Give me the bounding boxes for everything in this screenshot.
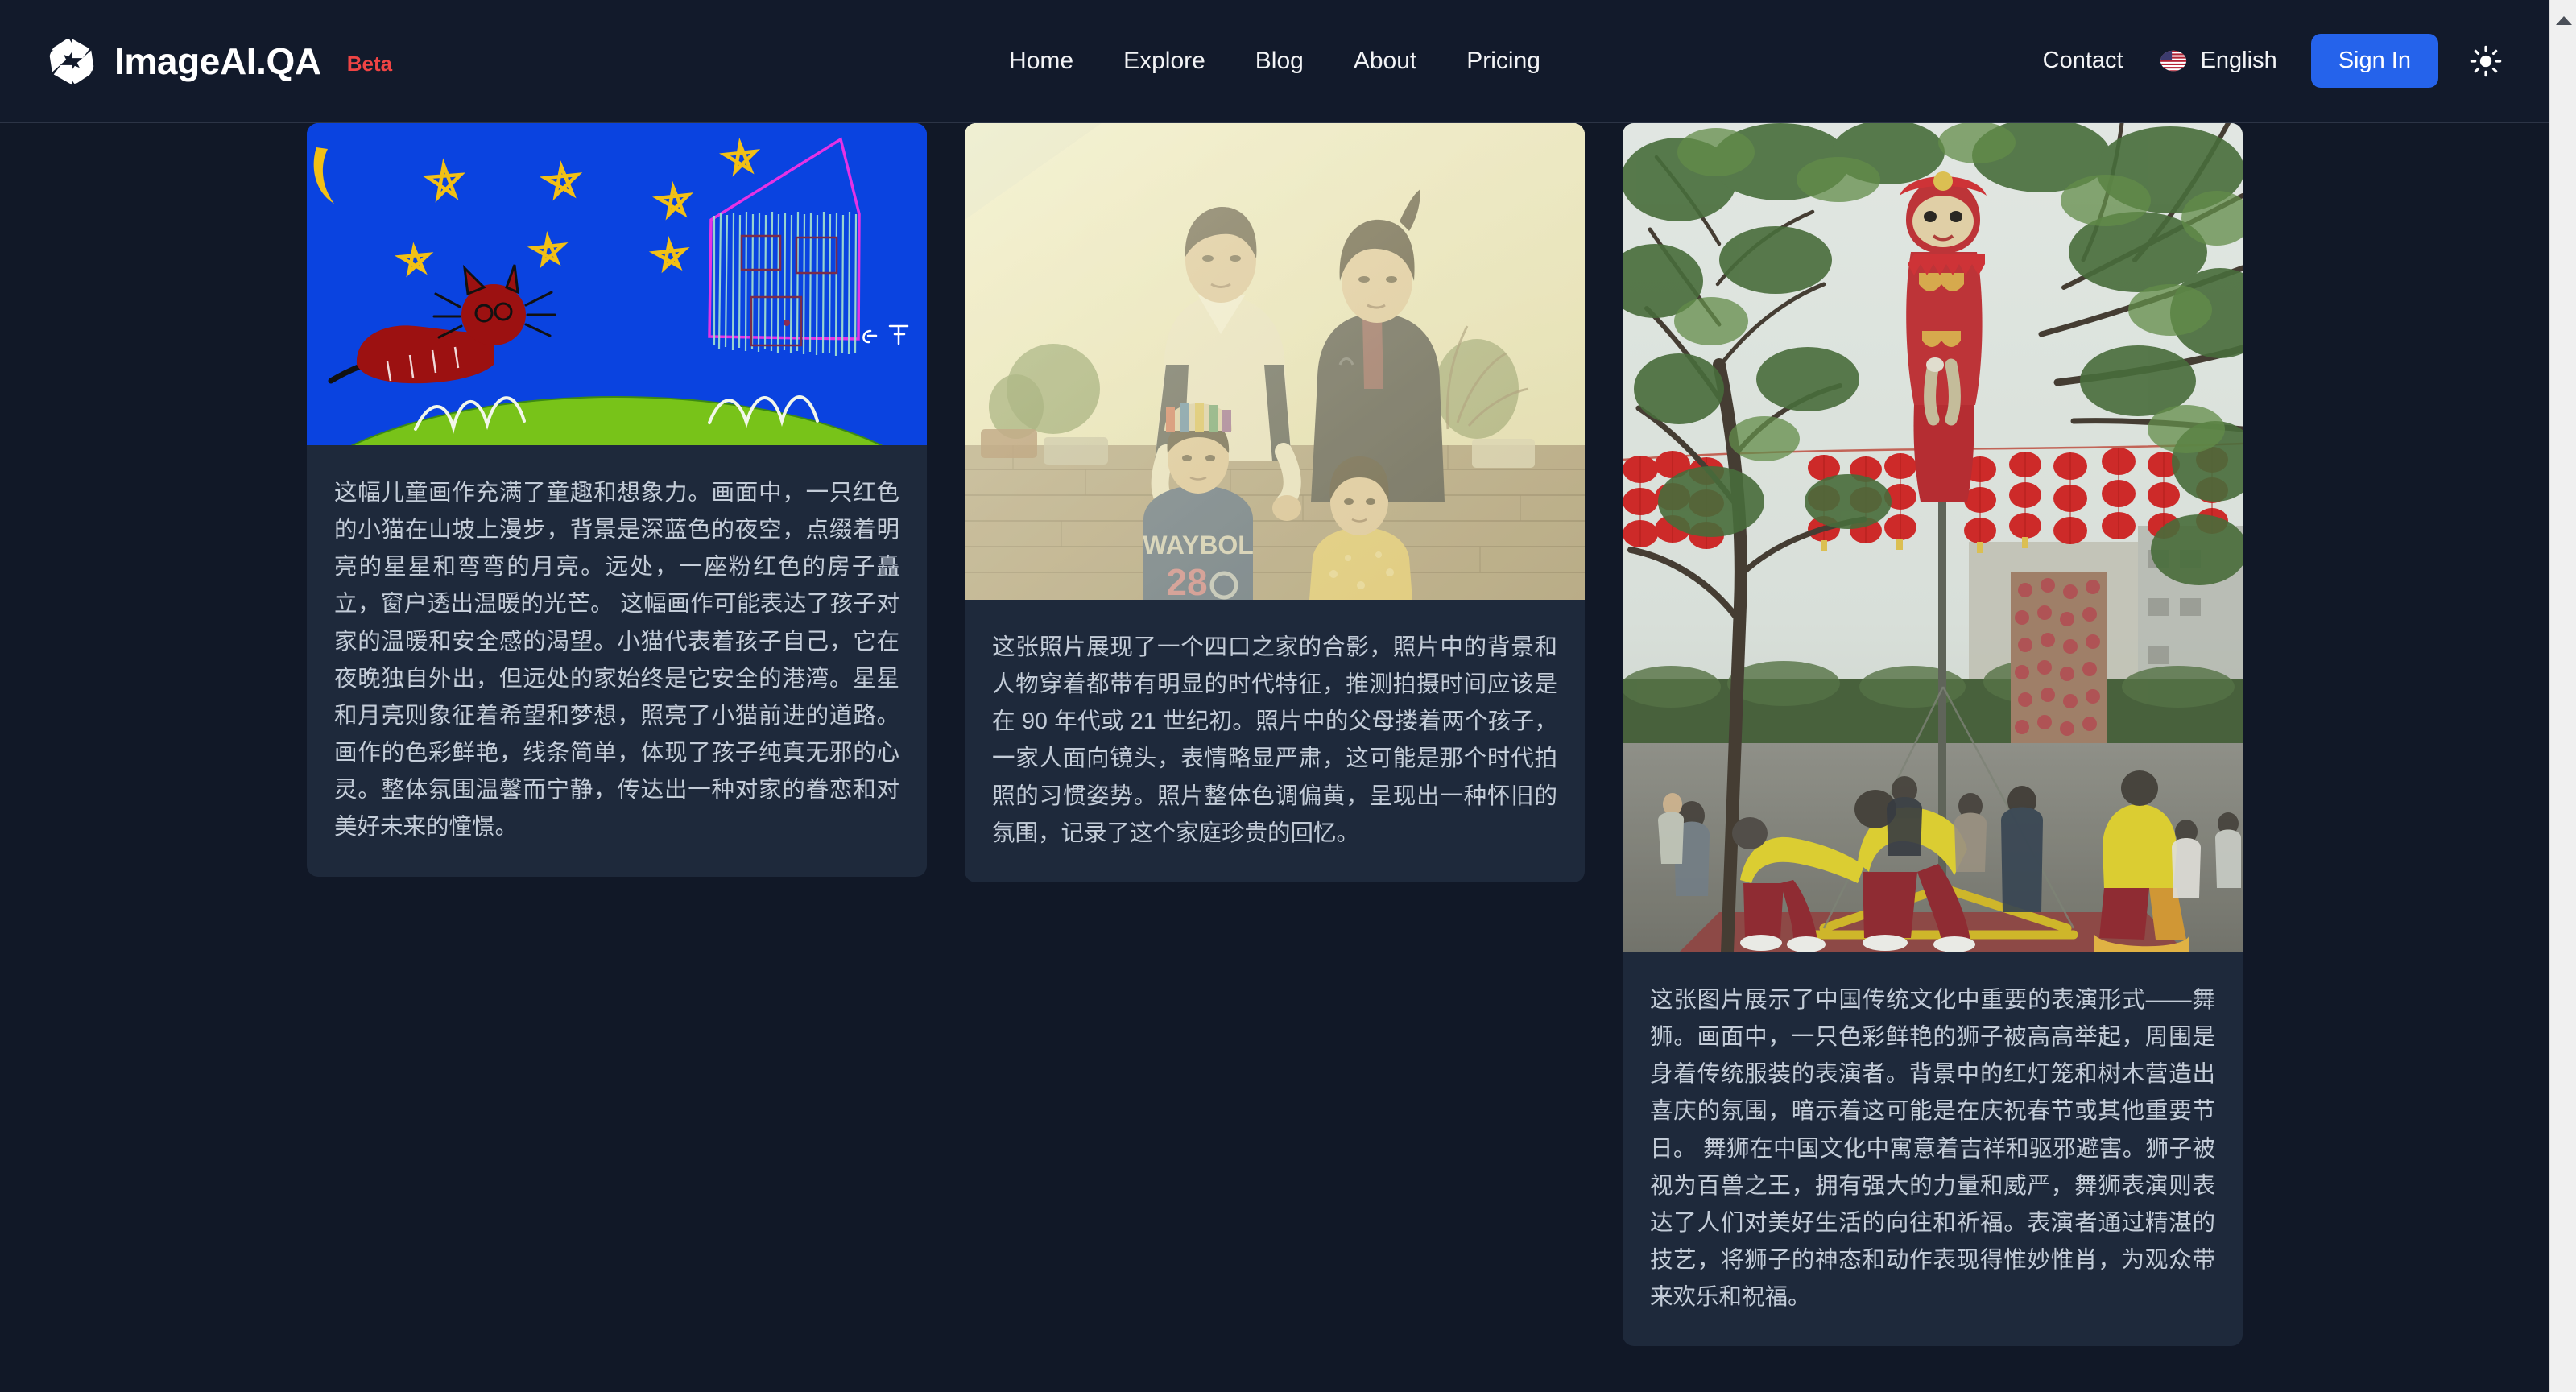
aperture-icon [48,38,95,84]
nav-item-blog[interactable]: Blog [1255,48,1304,75]
site-header: ImageAI.QA Beta Home Explore Blog About … [0,0,2549,123]
gallery-column-2: WAYBOL 28 [965,123,1585,882]
gallery-card[interactable]: 这幅儿童画作充满了童趣和想象力。画面中，一只红色的小猫在山坡上漫步，背景是深蓝色… [307,123,927,877]
gallery-column-3: 这张图片展示了中国传统文化中重要的表演形式——舞狮。画面中，一只色彩鲜艳的狮子被… [1623,123,2243,1347]
card-description: 这张图片展示了中国传统文化中重要的表演形式——舞狮。画面中，一只色彩鲜艳的狮子被… [1650,987,2215,1311]
nav-item-pricing[interactable]: Pricing [1466,48,1540,75]
contact-link[interactable]: Contact [2043,48,2123,74]
card-description: 这张照片展现了一个四口之家的合影，照片中的背景和人物穿着都带有明显的时代特征，推… [992,634,1557,846]
beta-badge: Beta [346,52,393,76]
scrollbar-up-arrow-button[interactable] [2550,8,2576,32]
gallery-card[interactable]: WAYBOL 28 [965,123,1585,882]
nav-item-home[interactable]: Home [1009,48,1073,75]
card-body: 这张照片展现了一个四口之家的合影，照片中的背景和人物穿着都带有明显的时代特征，推… [965,600,1585,882]
vintage-family-portrait-image[interactable]: WAYBOL 28 [965,123,1585,600]
language-switcher[interactable]: English [2159,48,2277,74]
card-description: 这幅儿童画作充满了童趣和想象力。画面中，一只红色的小猫在山坡上漫步，背景是深蓝色… [334,480,899,841]
us-flag-icon [2160,50,2186,72]
nav-item-explore[interactable]: Explore [1123,48,1205,75]
sun-icon [2470,45,2502,76]
theme-toggle-button[interactable] [2467,43,2504,80]
gallery-card[interactable]: 这张图片展示了中国传统文化中重要的表演形式——舞狮。画面中，一只色彩鲜艳的狮子被… [1623,123,2243,1347]
image-gallery: 这幅儿童画作充满了童趣和想象力。画面中，一只红色的小猫在山坡上漫步，背景是深蓝色… [0,123,2549,1347]
header-actions: Contact English Sign In [2043,34,2504,88]
sign-in-button[interactable]: Sign In [2310,34,2438,88]
gallery-column-1: 这幅儿童画作充满了童趣和想象力。画面中，一只红色的小猫在山坡上漫步，背景是深蓝色… [307,123,927,877]
nav-item-about[interactable]: About [1354,48,1416,75]
card-body: 这幅儿童画作充满了童趣和想象力。画面中，一只红色的小猫在山坡上漫步，背景是深蓝色… [307,445,927,877]
brand-logo[interactable]: ImageAI.QA Beta [47,36,392,86]
language-label: English [2200,48,2277,73]
triangle-up-icon [2555,15,2572,25]
brand-name: ImageAI.QA [114,39,321,82]
lion-dance-performance-image[interactable] [1623,123,2243,952]
page-viewport: ImageAI.QA Beta Home Explore Blog About … [0,0,2549,1392]
card-body: 这张图片展示了中国传统文化中重要的表演形式——舞狮。画面中，一只色彩鲜艳的狮子被… [1623,952,2243,1346]
childrens-crayon-drawing-image[interactable] [307,123,927,445]
browser-scrollbar[interactable] [2549,0,2576,1392]
